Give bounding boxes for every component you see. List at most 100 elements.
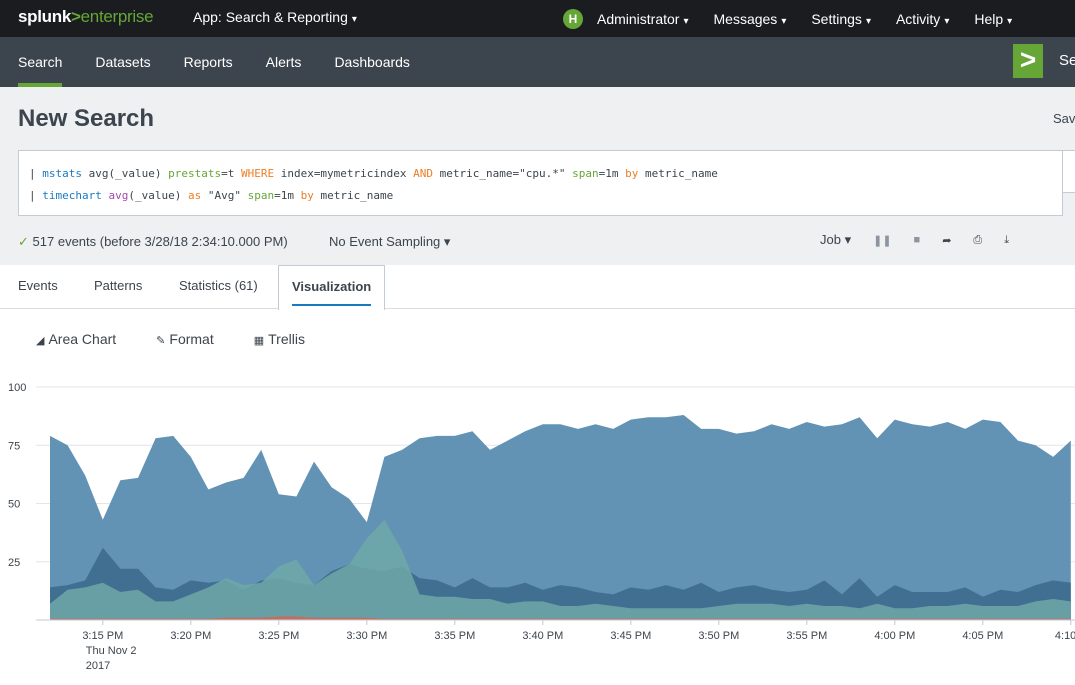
query-token: mstats	[42, 167, 82, 180]
tab-statistics[interactable]: Statistics (61)	[179, 265, 258, 309]
pencil-icon: ✎	[156, 335, 166, 347]
query-line-2: | timechart avg(_value) as "Avg" span=1m…	[29, 185, 1062, 207]
y-tick-label: 25	[8, 557, 20, 569]
search-app-label[interactable]: Se	[1059, 52, 1075, 69]
query-token: span	[572, 167, 599, 180]
chart-type-label: Area Chart	[48, 331, 117, 347]
query-token: AND	[413, 167, 434, 180]
x-tick-label: 4:10 P	[1055, 630, 1075, 642]
settings-menu-label: Settings	[811, 10, 862, 27]
save-as-button[interactable]: Sav	[1053, 111, 1075, 126]
logo-enterprise-text: enterprise	[80, 7, 154, 26]
query-token: metric_name="cpu.*"	[433, 167, 573, 180]
trellis-label: Trellis	[268, 331, 305, 347]
query-token: =1m	[598, 167, 626, 180]
avatar[interactable]: H	[563, 8, 583, 29]
query-token: index=mymetricindex	[274, 167, 414, 180]
y-tick-label: 100	[8, 382, 26, 394]
event-count-text: 517 events (before 3/28/18 2:34:10.000 P…	[32, 234, 288, 249]
query-token: "Avg"	[201, 189, 248, 202]
viz-toolbar: ◢ Area Chart ✎ Format ▦ Trellis	[36, 331, 345, 347]
query-line-1: | mstats avg(_value) prestats=t WHERE in…	[29, 163, 1062, 185]
nav-tab-alerts[interactable]: Alerts	[266, 37, 302, 87]
x-tick-label: 3:25 PM	[258, 630, 299, 642]
trellis-button[interactable]: ▦ Trellis	[254, 331, 305, 347]
settings-menu[interactable]: Settings ▾	[811, 11, 871, 27]
x-tick-label: 3:45 PM	[610, 630, 651, 642]
help-menu[interactable]: Help ▾	[974, 11, 1012, 27]
tab-events[interactable]: Events	[18, 265, 58, 309]
query-token: as	[187, 189, 202, 202]
user-menu[interactable]: Administrator ▾	[597, 11, 689, 27]
activity-menu-label: Activity	[895, 10, 941, 27]
x-tick-label: 3:35 PM	[434, 630, 475, 642]
query-token: timechart	[42, 189, 102, 202]
user-menu-label: Administrator	[597, 10, 680, 27]
x-tick-label: 4:05 PM	[962, 630, 1003, 642]
trellis-grid-icon: ▦	[253, 335, 265, 347]
x-tick-sublabel: Thu Nov 2	[86, 645, 137, 657]
chevron-down-icon: ▾	[351, 14, 357, 25]
app-menu-label: App: Search & Reporting	[193, 9, 348, 25]
print-icon[interactable]: ⎙	[973, 234, 982, 247]
search-query-input[interactable]: | mstats avg(_value) prestats=t WHERE in…	[18, 150, 1063, 216]
check-icon: ✓	[18, 234, 29, 249]
y-tick-label: 50	[8, 499, 20, 511]
chevron-down-icon: ▾	[683, 15, 689, 27]
event-count-status: ✓ 517 events (before 3/28/18 2:34:10.000…	[18, 234, 288, 250]
x-tick-label: 3:40 PM	[522, 630, 563, 642]
nav-tab-dashboards[interactable]: Dashboards	[334, 37, 410, 87]
query-token: =1m	[274, 189, 301, 202]
area-chart: 25 50 75 100 3:15 PM Thu Nov 2 2017 3:20 PM 3:25…	[8, 382, 1075, 672]
chevron-down-icon: ▾	[1007, 15, 1013, 27]
logo-splunk-text: splunk	[18, 7, 71, 26]
stop-icon[interactable]: ■	[914, 234, 921, 246]
area-chart-icon: ◢	[36, 335, 45, 347]
nav-tab-datasets[interactable]: Datasets	[95, 37, 150, 87]
format-button[interactable]: ✎ Format	[156, 331, 214, 347]
messages-menu[interactable]: Messages ▾	[714, 11, 787, 27]
job-controls: Job ▾ ❚❚ ■ ➦ ⎙ ⤓	[820, 232, 1031, 248]
top-right-menus: H Administrator ▾ Messages ▾ Settings ▾ Act…	[563, 0, 1037, 37]
tab-patterns[interactable]: Patterns	[94, 265, 142, 309]
nav-tab-search[interactable]: Search	[18, 37, 63, 87]
activity-menu[interactable]: Activity ▾	[896, 11, 949, 27]
tab-visualization[interactable]: Visualization	[278, 265, 386, 310]
x-tick-label: 3:55 PM	[786, 630, 827, 642]
query-token: span	[247, 189, 275, 202]
query-token: avg(_value)	[82, 167, 169, 180]
export-icon[interactable]: ⤓	[1004, 234, 1009, 247]
x-tick-label: 3:20 PM	[170, 630, 211, 642]
pause-icon[interactable]: ❚❚	[873, 234, 891, 247]
query-token: WHERE	[240, 167, 275, 180]
page-title: New Search	[18, 105, 155, 132]
app-menu[interactable]: App: Search & Reporting ▾	[193, 9, 357, 25]
logo-chevron: >	[71, 7, 81, 26]
nav-tab-reports[interactable]: Reports	[184, 37, 233, 87]
query-token: avg	[108, 189, 129, 202]
query-token: prestats	[168, 167, 222, 180]
x-tick-sublabel: 2017	[86, 660, 110, 672]
format-label: Format	[169, 331, 214, 347]
search-app-icon[interactable]: >	[1013, 44, 1043, 78]
query-token: =t	[221, 167, 241, 180]
y-tick-label: 75	[8, 440, 20, 452]
splunk-logo[interactable]: splunk>enterprise	[18, 7, 154, 27]
time-range-picker-edge[interactable]	[1063, 150, 1075, 193]
app-nav-bar: Search Datasets Reports Alerts Dashboard…	[0, 37, 1075, 87]
query-token: metric_name	[313, 189, 394, 202]
x-tick-label: 3:15 PM	[82, 630, 123, 642]
share-icon[interactable]: ➦	[942, 234, 951, 247]
query-token: (_value)	[128, 189, 188, 202]
event-sampling-dropdown[interactable]: No Event Sampling ▾	[329, 234, 450, 250]
query-token: by	[625, 167, 639, 180]
help-menu-label: Help	[974, 10, 1004, 27]
messages-menu-label: Messages	[713, 10, 778, 27]
job-menu-button[interactable]: Job ▾	[820, 232, 851, 248]
top-bar: splunk>enterprise App: Search & Reportin…	[0, 0, 1075, 37]
query-token: metric_name	[638, 167, 718, 180]
x-tick-label: 3:50 PM	[698, 630, 739, 642]
chart-type-button[interactable]: ◢ Area Chart	[36, 331, 116, 347]
query-token: |	[29, 167, 43, 180]
result-tabs: Events Patterns Statistics (61) Visualiz…	[0, 265, 1075, 310]
